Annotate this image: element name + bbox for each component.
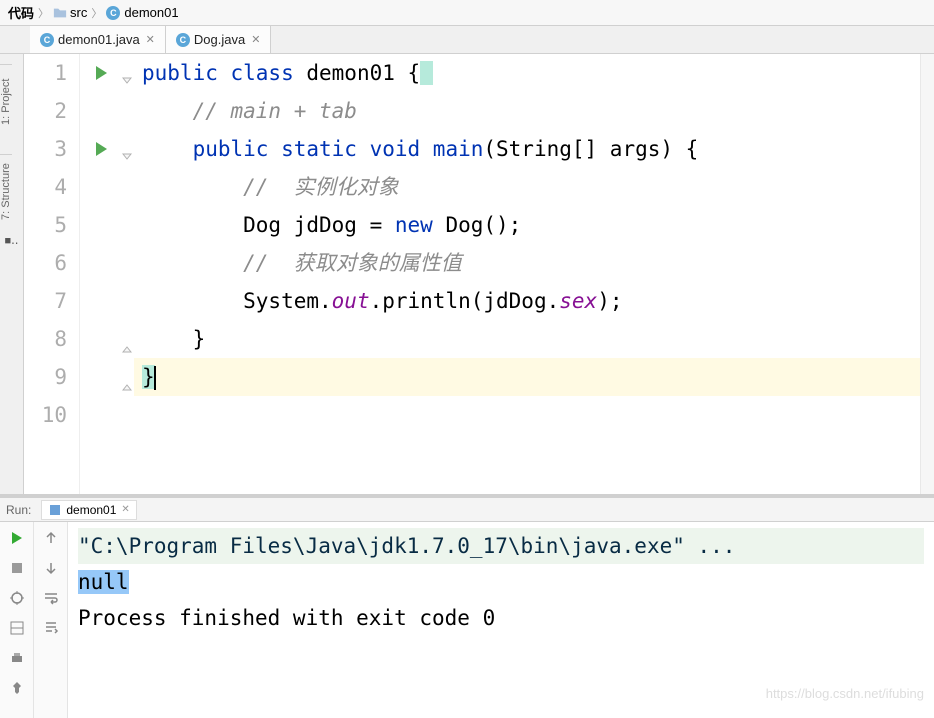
structure-tool-button[interactable]: 7: Structure [0,154,12,224]
console-output[interactable]: "C:\Program Files\Java\jdk1.7.0_17\bin\j… [68,522,934,718]
close-icon[interactable]: ✕ [121,504,129,515]
run-toolbar-left2 [34,522,68,718]
run-tabbar: Run: demon01 ✕ [0,498,934,522]
rerun-button[interactable] [9,530,25,546]
fold-close-icon[interactable] [122,334,132,344]
editor-tabbar: C demon01.java ✕ C Dog.java ✕ [0,26,934,54]
breadcrumb-item[interactable]: 代码 [8,3,34,22]
code-area[interactable]: public class demon01 { // main + tab pub… [134,54,934,494]
soft-wrap-icon[interactable] [43,590,59,606]
run-toolbar-left [0,522,34,718]
app-icon [48,503,62,517]
run-gutter-icon[interactable] [96,142,107,156]
class-icon: C [106,6,120,20]
chevron-right-icon: 〉 [91,5,102,21]
watermark: https://blog.csdn.net/ifubing [766,676,924,712]
fold-gutter [122,54,134,494]
fold-open-icon[interactable] [122,68,132,78]
left-tool-strip: 1: Project 7: Structure ■‥ [0,54,24,494]
caret [154,366,156,390]
console-line: Process finished with exit code 0 [78,600,924,636]
breadcrumb-item[interactable]: src [53,5,87,20]
stop-button[interactable] [9,560,25,576]
error-stripe[interactable] [920,54,934,494]
run-marker-gutter [80,54,122,494]
tab-dog[interactable]: C Dog.java ✕ [166,26,272,53]
breadcrumb: 代码 〉 src 〉 C demon01 [0,0,934,26]
class-icon: C [40,33,54,47]
console-line: "C:\Program Files\Java\jdk1.7.0_17\bin\j… [78,528,924,564]
project-tool-button[interactable]: 1: Project [0,64,12,134]
line-number-gutter: 1 2 3 4 5 6 7 8 9 10 [24,54,80,494]
run-tool-window: Run: demon01 ✕ "C:\Program Files\Java\jd… [0,498,934,718]
fold-open-icon[interactable] [122,144,132,154]
tab-label: demon01.java [58,32,140,47]
code-editor[interactable]: 1 2 3 4 5 6 7 8 9 10 public class demon0… [24,54,934,494]
close-icon[interactable]: ✕ [251,33,260,46]
scroll-to-end-icon[interactable] [43,620,59,636]
breadcrumb-item[interactable]: C demon01 [106,5,178,20]
class-icon: C [176,33,190,47]
run-gutter-icon[interactable] [96,66,107,80]
fold-close-icon[interactable] [122,372,132,382]
structure-icon: ■‥ [0,234,23,247]
tab-label: Dog.java [194,32,245,47]
tab-demon01[interactable]: C demon01.java ✕ [30,26,166,53]
debug-icon[interactable] [9,590,25,606]
run-config-tab[interactable]: demon01 ✕ [41,500,136,520]
down-arrow-icon[interactable] [43,560,59,576]
folder-icon [53,6,67,20]
layout-icon[interactable] [9,620,25,636]
close-icon[interactable]: ✕ [146,33,155,46]
up-arrow-icon[interactable] [43,530,59,546]
print-icon[interactable] [9,650,25,666]
chevron-right-icon: 〉 [38,5,49,21]
run-label: Run: [6,503,31,517]
console-line: null [78,564,924,600]
pin-icon[interactable] [9,680,25,696]
